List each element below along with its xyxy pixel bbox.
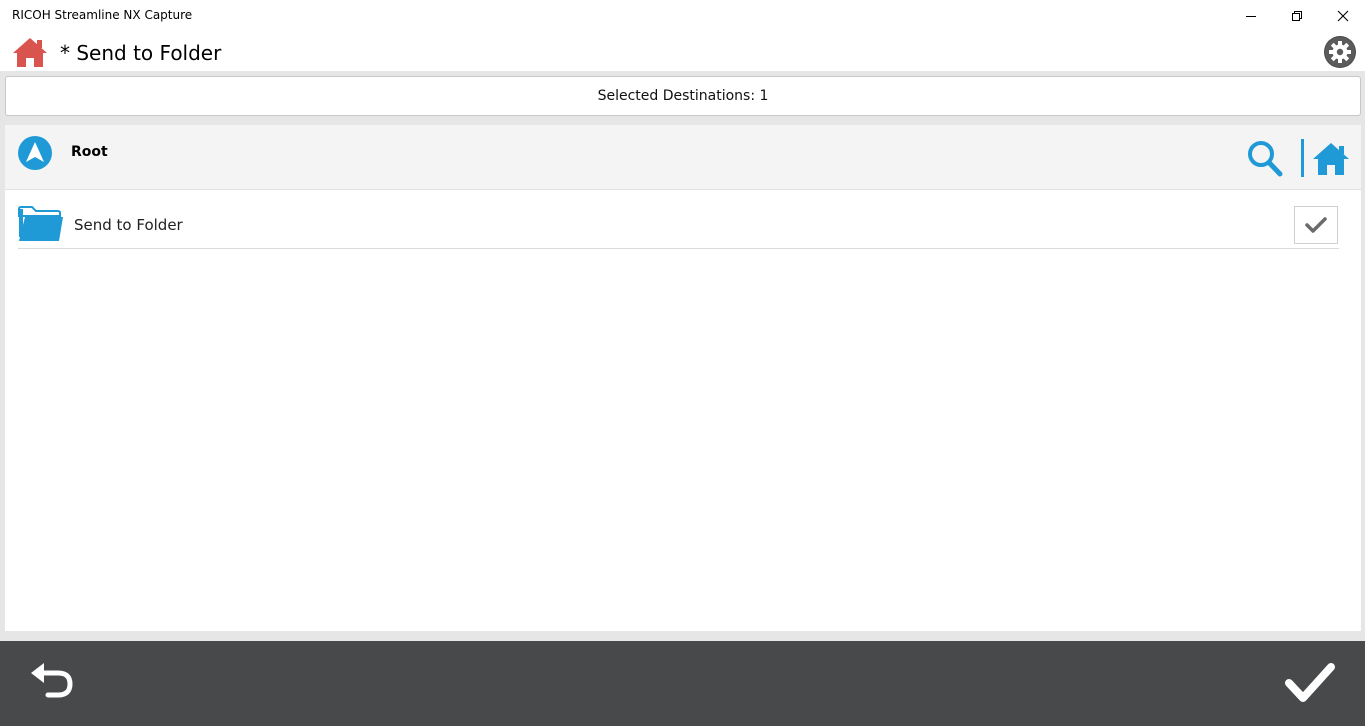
- app-header: * Send to Folder: [0, 31, 1365, 71]
- window-title: RICOH Streamline NX Capture: [12, 8, 193, 22]
- check-icon: [1305, 217, 1327, 233]
- search-icon: [1248, 141, 1283, 177]
- selected-destinations-button[interactable]: Selected Destinations: 1: [5, 76, 1361, 116]
- close-button[interactable]: [1320, 0, 1365, 31]
- close-icon: [1337, 10, 1349, 21]
- restore-button[interactable]: [1274, 0, 1320, 31]
- page-title: * Send to Folder: [60, 41, 222, 65]
- home-icon: [1313, 143, 1349, 175]
- search-button[interactable]: [1246, 139, 1284, 179]
- toolbar-divider: [1301, 139, 1304, 177]
- back-arrow-icon: [31, 663, 73, 698]
- footer-bar: [0, 641, 1365, 726]
- minimize-icon: [1246, 15, 1256, 17]
- settings-button[interactable]: [1323, 35, 1357, 69]
- restore-icon: [1292, 10, 1302, 21]
- window-titlebar: RICOH Streamline NX Capture: [0, 0, 1365, 31]
- selected-destinations-label: Selected Destinations: 1: [597, 88, 769, 104]
- list-item-label: Send to Folder: [74, 216, 183, 234]
- checkmark-icon: [1285, 663, 1335, 702]
- gear-icon: [1324, 36, 1356, 68]
- navigate-up-icon: [18, 136, 52, 170]
- back-button[interactable]: [28, 659, 78, 703]
- root-home-button[interactable]: [1311, 141, 1351, 177]
- item-checkbox[interactable]: [1294, 206, 1338, 244]
- minimize-button[interactable]: [1228, 0, 1274, 31]
- list-item[interactable]: Send to Folder: [18, 203, 1339, 249]
- navigate-up-button[interactable]: [17, 135, 53, 171]
- destination-panel: Root Send to Folder: [5, 125, 1361, 631]
- confirm-button[interactable]: [1284, 661, 1336, 705]
- folder-icon: [18, 206, 63, 241]
- current-location: Root: [71, 144, 108, 160]
- home-button[interactable]: [11, 36, 49, 68]
- home-icon: [13, 38, 47, 67]
- navigation-bar: Root: [5, 125, 1361, 190]
